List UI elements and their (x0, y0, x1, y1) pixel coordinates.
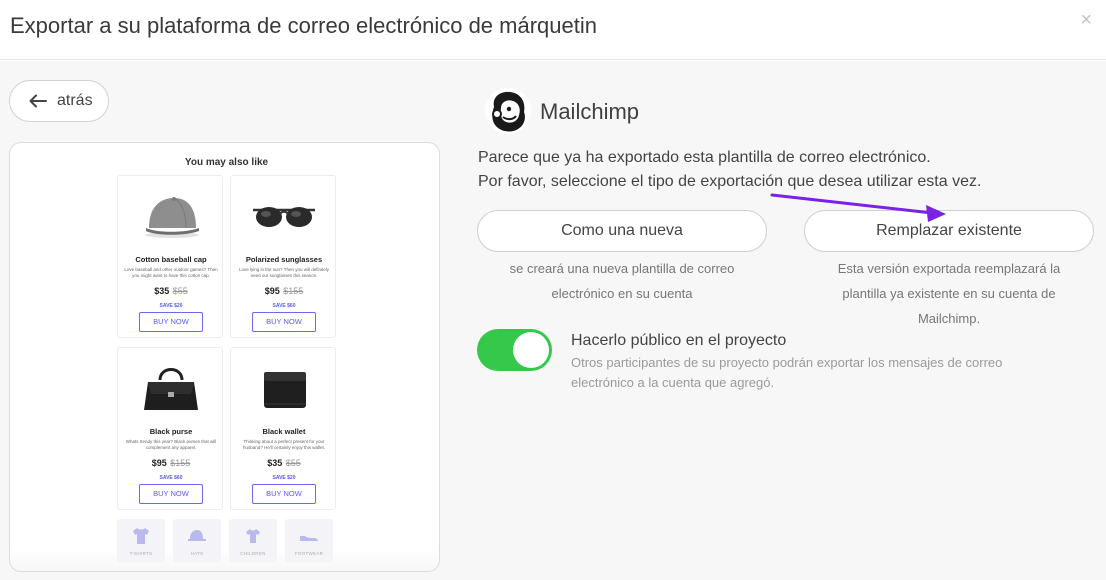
export-as-new-button[interactable]: Como una nueva (477, 210, 767, 252)
product-name: Cotton baseball cap (135, 255, 207, 264)
cap-icon (145, 197, 199, 238)
product-card: Black purse Whats trendy this year? Blac… (117, 347, 223, 510)
description-line: Mailchimp. (917, 311, 981, 326)
price-current: $35 (267, 458, 283, 468)
wallet-icon (264, 372, 306, 408)
make-public-title: Hacerlo público en el proyecto (571, 332, 787, 349)
replace-existing-button[interactable]: Remplazar existente (804, 210, 1094, 252)
intro-line: Por favor, seleccione el tipo de exporta… (478, 173, 982, 190)
make-public-toggle[interactable] (477, 329, 552, 371)
price-current: $95 (264, 286, 280, 296)
footwear-icon (300, 536, 318, 541)
template-preview-email: You may also like Cotton baseball cap Lo… (109, 143, 344, 571)
description-line: plantilla ya existente en su cuenta de (842, 286, 1056, 301)
preview-fade (10, 549, 439, 571)
product-card: Black wallet Thinking about a perfect pr… (230, 347, 336, 510)
product-name: Black wallet (262, 427, 306, 436)
product-description: Love baseball and other outdoor games? T… (124, 267, 218, 278)
description-line: se creará una nueva plantilla de correo (509, 261, 735, 276)
price-current: $35 (154, 286, 170, 296)
price-old: $55 (172, 286, 188, 296)
product-description: Love lying in the sun? Then you will def… (239, 267, 329, 278)
dialog-title: Exportar a su plataforma de correo elect… (10, 13, 597, 38)
buy-now-button[interactable]: BUY NOW (252, 312, 316, 332)
toggle-knob (513, 332, 549, 368)
purse-icon (144, 368, 198, 410)
product-card: Cotton baseball cap Love baseball and ot… (117, 175, 223, 338)
product-price: $35 $55 (118, 286, 224, 296)
product-save: SAVE $60 (159, 475, 183, 481)
product-save: SAVE $20 (159, 303, 183, 309)
preview-heading: You may also like (184, 157, 269, 168)
buy-now-button[interactable]: BUY NOW (139, 484, 203, 504)
product-price: $95 $155 (118, 458, 224, 468)
sunglasses-icon (253, 207, 315, 227)
mailchimp-logo-icon (485, 88, 531, 134)
export-as-new-description: se creará una nueva plantilla de correo … (477, 256, 767, 306)
export-options-panel: Mailchimp Parece que ya ha exportado est… (470, 80, 1100, 500)
make-public-description: Otros participantes de su proyecto podrá… (571, 353, 1091, 393)
description-line: electrónico a la cuenta que agregó. (571, 375, 775, 390)
product-save: SAVE $60 (272, 303, 296, 309)
intro-text: Parece que ya ha exportado esta plantill… (478, 146, 1098, 194)
children-icon (246, 529, 260, 543)
description-line: electrónico en su cuenta (551, 286, 693, 301)
template-preview: You may also like Cotton baseball cap Lo… (9, 142, 440, 572)
product-save: SAVE $20 (272, 475, 296, 481)
description-line: Esta versión exportada reemplazará la (837, 261, 1061, 276)
product-card: Polarized sunglasses Love lying in the s… (230, 175, 336, 338)
product-name: Black purse (149, 427, 193, 436)
product-price: $35 $55 (231, 458, 337, 468)
back-button[interactable]: atrás (9, 80, 109, 122)
tshirt-icon (133, 528, 149, 544)
intro-line: Parece que ya ha exportado esta plantill… (478, 149, 931, 166)
arrow-left-icon (29, 94, 47, 108)
close-icon[interactable]: × (1080, 10, 1092, 30)
description-line: Otros participantes de su proyecto podrá… (571, 355, 1003, 370)
price-old: $155 (283, 286, 304, 296)
price-current: $95 (151, 458, 167, 468)
back-button-label: atrás (57, 92, 93, 109)
price-old: $55 (285, 458, 301, 468)
product-price: $95 $155 (231, 286, 337, 296)
product-description: Whats trendy this year? Black purses tha… (125, 439, 217, 450)
price-old: $155 (170, 458, 191, 468)
buy-now-button[interactable]: BUY NOW (139, 312, 203, 332)
dialog-header: Exportar a su plataforma de correo elect… (0, 0, 1106, 60)
product-name: Polarized sunglasses (245, 255, 323, 264)
replace-existing-description: Esta versión exportada reemplazará la pl… (804, 256, 1094, 331)
provider-name: Mailchimp (540, 99, 640, 124)
buy-now-button[interactable]: BUY NOW (252, 484, 316, 504)
product-description: Thinking about a perfect present for you… (243, 439, 325, 450)
hat-icon (188, 530, 206, 541)
